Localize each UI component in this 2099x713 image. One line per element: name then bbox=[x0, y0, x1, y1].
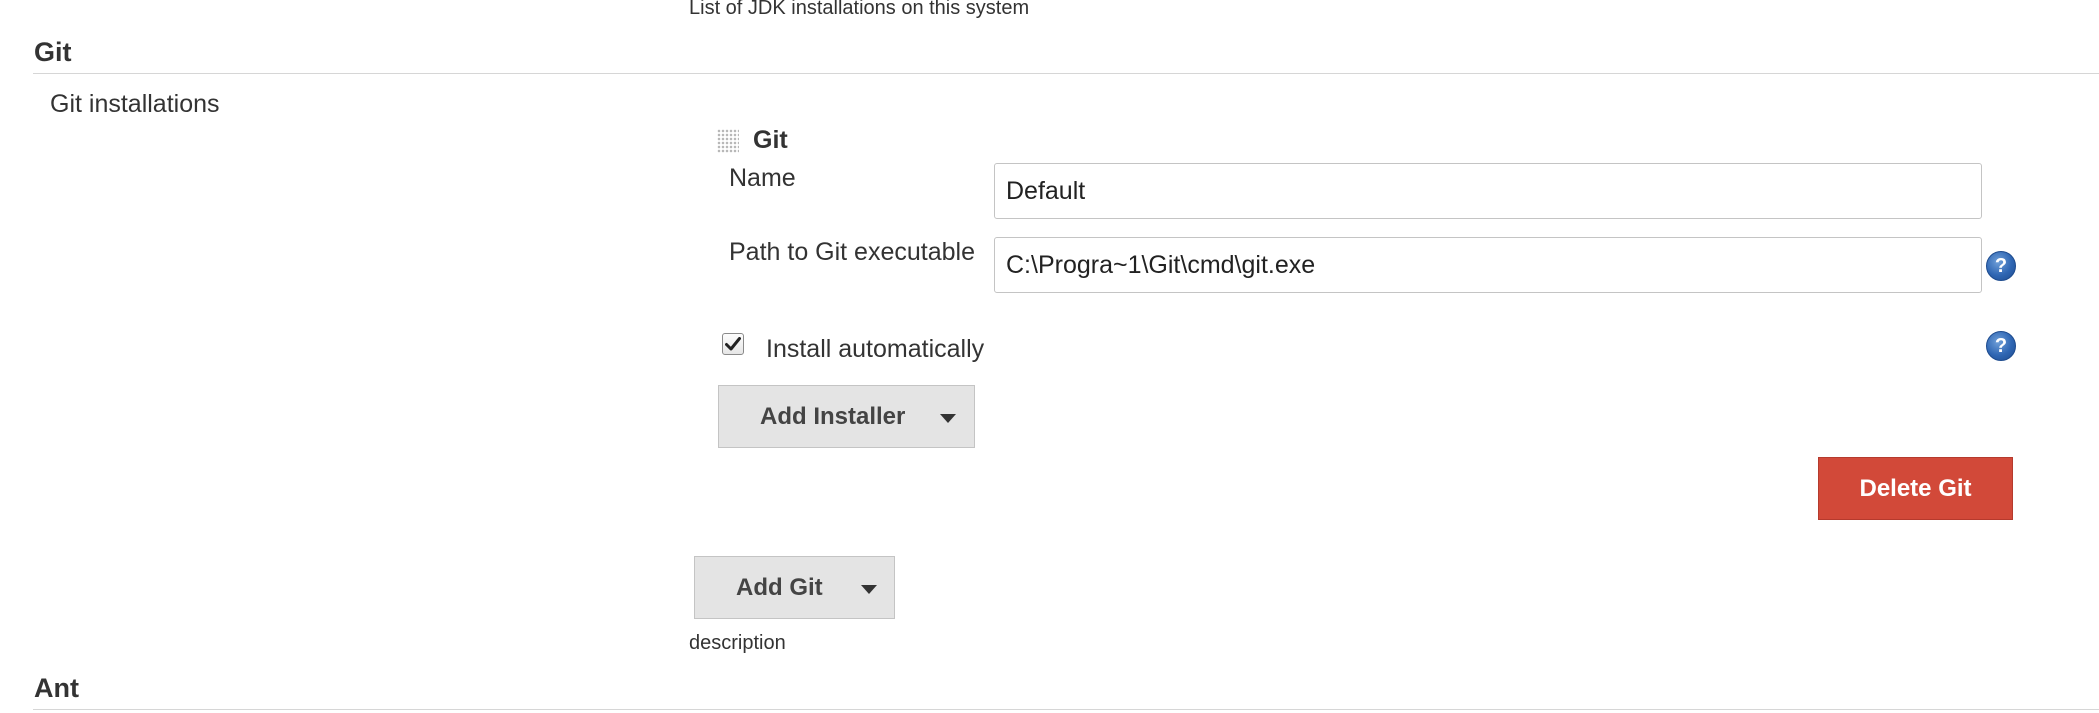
checkmark-icon bbox=[725, 337, 741, 351]
question-mark-glyph: ? bbox=[1994, 335, 2008, 357]
question-mark-glyph: ? bbox=[1994, 255, 2008, 277]
help-icon[interactable]: ? bbox=[1986, 251, 2016, 281]
add-installer-button[interactable]: Add Installer bbox=[718, 385, 975, 448]
add-installer-label: Add Installer bbox=[760, 403, 906, 430]
ant-section-divider bbox=[33, 709, 2099, 710]
name-label: Name bbox=[729, 164, 796, 192]
git-item-header: Git bbox=[753, 126, 788, 154]
jdk-description: List of JDK installations on this system bbox=[689, 0, 1030, 19]
install-automatically-label: Install automatically bbox=[766, 335, 985, 363]
delete-git-button[interactable]: Delete Git bbox=[1818, 457, 2013, 520]
caret-down-icon bbox=[940, 414, 956, 423]
name-input[interactable] bbox=[994, 163, 1982, 219]
add-git-label: Add Git bbox=[736, 574, 823, 601]
git-description: description bbox=[689, 632, 786, 654]
help-icon[interactable]: ? bbox=[1986, 331, 2016, 361]
delete-git-label: Delete Git bbox=[1859, 474, 1972, 502]
path-label: Path to Git executable bbox=[729, 238, 975, 266]
install-automatically-checkbox[interactable] bbox=[722, 333, 744, 355]
path-input[interactable] bbox=[994, 237, 1982, 293]
drag-handle-icon[interactable] bbox=[717, 129, 739, 153]
git-section-title: Git bbox=[34, 37, 72, 67]
caret-down-icon bbox=[861, 585, 877, 594]
add-git-button[interactable]: Add Git bbox=[694, 556, 895, 619]
git-installations-label: Git installations bbox=[50, 90, 220, 118]
git-section-divider bbox=[33, 73, 2099, 74]
ant-section-title: Ant bbox=[34, 673, 79, 703]
